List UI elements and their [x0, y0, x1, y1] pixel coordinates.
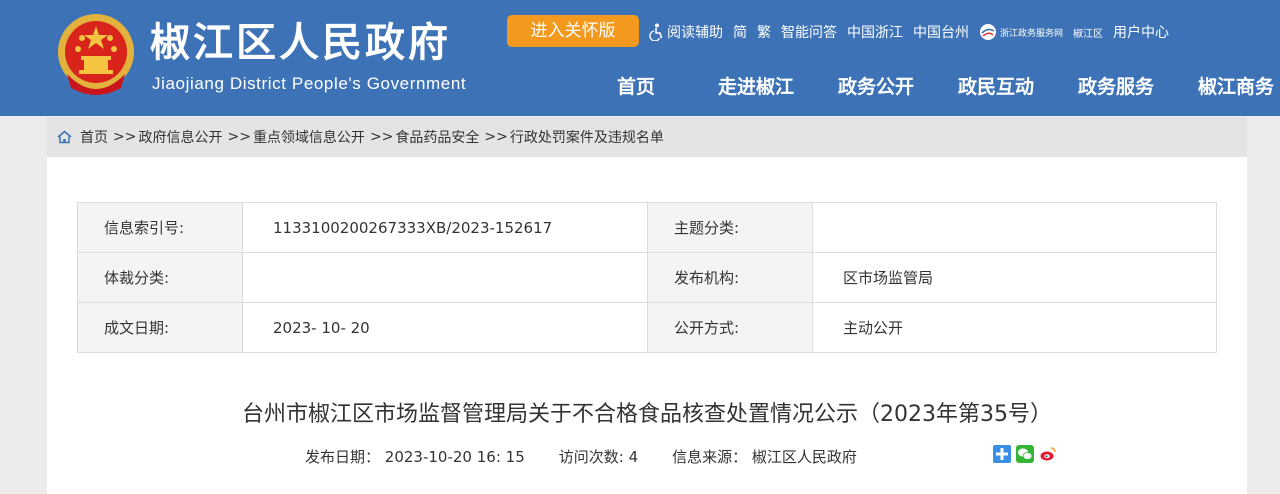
- user-center-link[interactable]: 用户中心: [1113, 22, 1169, 42]
- home-icon: [57, 130, 72, 144]
- service-logo-text: 浙江政务服务网: [1000, 28, 1064, 39]
- table-row: 信息索引号: 1133100200267333XB/2023-152617 主题…: [77, 202, 1217, 253]
- top-links: 阅读辅助 简 繁 智能问答 中国浙江 中国台州 浙江政务服务网 椒江区 用户中心: [648, 19, 1179, 45]
- smart-qa-link[interactable]: 智能问答: [781, 22, 837, 42]
- article-title: 台州市椒江区市场监督管理局关于不合格食品核查处置情况公示（2023年第35号）: [242, 402, 1052, 427]
- breadcrumb-separator: >>: [227, 129, 251, 145]
- service-globe-icon: [980, 24, 996, 40]
- index-no-value: 1133100200267333XB/2023-152617: [242, 202, 648, 253]
- breadcrumb-food-drug[interactable]: 食品药品安全: [395, 127, 479, 147]
- reading-aid-link[interactable]: 阅读辅助: [648, 22, 723, 42]
- taizhou-link[interactable]: 中国台州: [913, 22, 969, 42]
- nav-commerce[interactable]: 椒江商务: [1176, 72, 1280, 102]
- index-no-label: 信息索引号:: [77, 202, 243, 253]
- publish-date-label: 发布日期：: [305, 448, 381, 466]
- breadcrumb: 首页 >> 政府信息公开 >> 重点领域信息公开 >> 食品药品安全 >> 行政…: [47, 117, 1247, 157]
- topic-value: [812, 202, 1217, 253]
- breadcrumb-separator: >>: [113, 129, 137, 145]
- breadcrumb-home[interactable]: 首页: [80, 127, 108, 147]
- breadcrumb-penalty-list[interactable]: 行政处罚案件及违规名单: [510, 127, 664, 147]
- breadcrumb-gov-info[interactable]: 政府信息公开: [138, 127, 222, 147]
- info-source-value: 椒江区人民政府: [751, 448, 857, 466]
- national-emblem-icon[interactable]: [57, 12, 135, 96]
- info-source-label: 信息来源：: [672, 448, 748, 466]
- nav-interaction[interactable]: 政民互动: [936, 72, 1056, 102]
- publish-date-value: 2023-10-20 16: 15: [384, 448, 525, 466]
- open-method-value: 主动公开: [812, 302, 1217, 353]
- breadcrumb-separator: >>: [369, 129, 394, 145]
- breadcrumb-separator: >>: [484, 129, 508, 145]
- publisher-label: 发布机构:: [647, 252, 813, 303]
- site-header: 椒江区人民政府 Jiaojiang District People's Gove…: [0, 0, 1280, 116]
- visit-count-value: 4: [628, 448, 639, 466]
- share-bar: [993, 445, 1062, 463]
- service-region-link[interactable]: 椒江区: [1073, 25, 1103, 40]
- zhejiang-service-logo[interactable]: 浙江政务服务网: [979, 23, 1063, 41]
- nav-gov-info[interactable]: 政务公开: [816, 72, 936, 102]
- table-row: 成文日期: 2023- 10- 20 公开方式: 主动公开: [77, 302, 1217, 353]
- info-source: 信息来源： 椒江区人民政府: [672, 446, 857, 467]
- visit-count-label: 访问次数:: [558, 448, 624, 466]
- nav-about[interactable]: 走进椒江: [696, 72, 816, 102]
- traditional-link[interactable]: 繁: [757, 22, 771, 42]
- topic-label: 主题分类:: [647, 202, 813, 253]
- care-version-button[interactable]: 进入关怀版: [507, 15, 639, 47]
- site-title[interactable]: 椒江区人民政府: [150, 18, 451, 68]
- wechat-icon[interactable]: [1016, 445, 1034, 463]
- share-plus-icon[interactable]: [993, 445, 1011, 463]
- accessibility-icon: [649, 23, 663, 41]
- date-value: 2023- 10- 20: [242, 302, 648, 353]
- main-nav: 首页 走进椒江 政务公开 政民互动 政务服务 椒江商务: [576, 72, 1280, 102]
- genre-label: 体裁分类:: [77, 252, 243, 303]
- article-meta: 发布日期： 2023-10-20 16: 15 访问次数: 4 信息来源： 椒江…: [305, 446, 891, 467]
- publish-date: 发布日期： 2023-10-20 16: 15: [305, 446, 525, 467]
- site-subtitle: Jiaojiang District People's Government: [152, 74, 467, 93]
- weibo-icon[interactable]: [1039, 445, 1057, 463]
- date-label: 成文日期:: [77, 302, 243, 353]
- publisher-value: 区市场监管局: [812, 252, 1217, 303]
- content-panel: 信息索引号: 1133100200267333XB/2023-152617 主题…: [47, 157, 1247, 494]
- simplified-link[interactable]: 简: [733, 22, 747, 42]
- zhejiang-link[interactable]: 中国浙江: [847, 22, 903, 42]
- reading-aid-label: 阅读辅助: [667, 25, 723, 41]
- nav-services[interactable]: 政务服务: [1056, 72, 1176, 102]
- genre-value: [242, 252, 648, 303]
- breadcrumb-key-areas[interactable]: 重点领域信息公开: [253, 127, 365, 147]
- open-method-label: 公开方式:: [647, 302, 813, 353]
- visit-count: 访问次数: 4: [559, 446, 638, 467]
- info-table: 信息索引号: 1133100200267333XB/2023-152617 主题…: [77, 202, 1217, 353]
- nav-home[interactable]: 首页: [576, 72, 696, 102]
- table-row: 体裁分类: 发布机构: 区市场监管局: [77, 252, 1217, 303]
